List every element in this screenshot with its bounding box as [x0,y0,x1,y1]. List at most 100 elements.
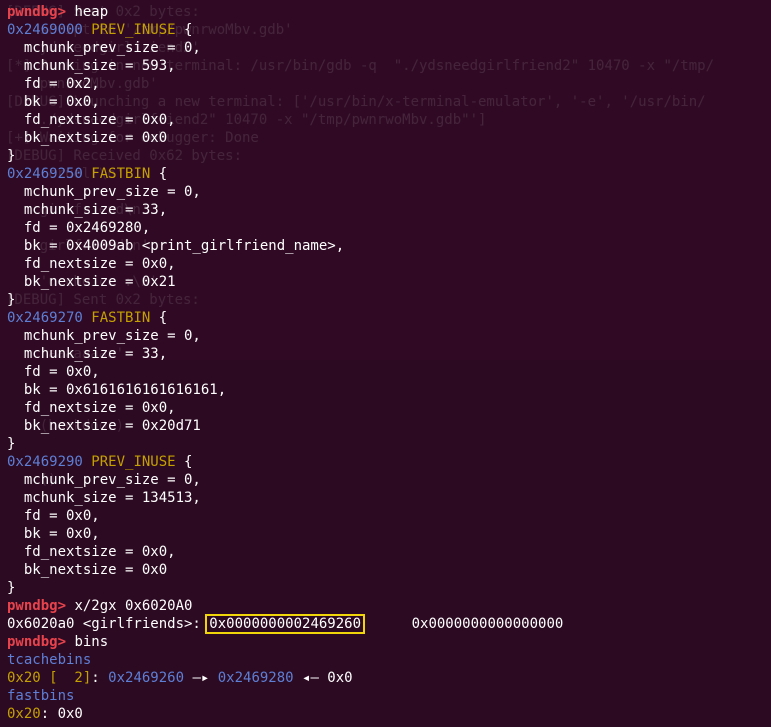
text-segment: } [7,580,16,596]
text-segment: mchunk_prev_size = 0, [7,184,201,200]
text-segment: bk_nextsize = 0x21 [7,274,176,290]
output-line: } [7,147,15,165]
bin-size-label: 0x20 [ 2] [7,670,92,686]
prompt-label: pwndbg> [7,598,75,614]
address-text: 0x2469250 [7,166,92,182]
address-text: 0x2469290 [7,454,92,470]
output-line: mchunk_prev_size = 0, [7,39,201,57]
output-line: bk = 0x4009ab <print_girlfriend_name>, [7,237,344,255]
prompt-label: pwndbg> [7,4,75,20]
output-line: 0x20 [ 2]: 0x2469260 —▸ 0x2469280 ◂— 0x0 [7,669,353,687]
terminal-window[interactable]: [DEBUG] Sent 0x2 bytes: script to '/tmp/… [0,0,771,727]
output-line: mchunk_size = 33, [7,345,167,363]
text-segment: mchunk_size = 33, [7,202,168,218]
text-segment: fd_nextsize = 0x0, [7,400,176,416]
text-segment: { [150,166,168,182]
text-segment: { [150,310,168,326]
output-line: fd_nextsize = 0x0, [7,543,176,561]
chunk-state-label: PREV_INUSE [91,22,176,38]
text-segment: { [175,454,193,470]
text-segment: bk = 0x0, [7,94,100,110]
command-line: pwndbg> bins [7,633,108,651]
output-line: mchunk_size = 593, [7,57,176,75]
output-line: bk = 0x0, [7,93,100,111]
output-line: } [7,435,15,453]
output-line: bk_nextsize = 0x21 [7,273,176,291]
bin-section-label: tcachebins [7,652,92,668]
text-segment: heap [74,4,109,20]
text-segment: mchunk_size = 134513, [7,490,201,506]
text-segment: fd_nextsize = 0x0, [7,112,176,128]
text-segment: x/2gx 0x6020A0 [74,598,193,614]
text-segment: fd_nextsize = 0x0, [7,544,176,560]
text-segment: bk_nextsize = 0x0 [7,562,168,578]
ghost-line: [DEBUG] Received 0x62 bytes: [6,148,243,164]
output-line: fd = 0x0, [7,363,100,381]
text-segment: ◂— 0x0 [293,670,353,686]
address-text: 0x2469270 [7,310,92,326]
output-line: fd = 0x0, [7,507,100,525]
command-line: pwndbg> x/2gx 0x6020A0 [7,597,192,615]
text-segment: bk = 0x6161616161616161, [7,382,227,398]
bin-section-label: fastbins [7,688,75,704]
output-line: bk = 0x0, [7,525,100,543]
ghost-line: [DEBUG] Launching a new terminal: ['/usr… [6,94,706,110]
output-line: fd_nextsize = 0x0, [7,111,176,129]
output-line: bk = 0x6161616161616161, [7,381,226,399]
chunk-header: 0x2469270 FASTBIN { [7,309,167,327]
output-line: 0x6020a0 <girlfriends>: 0x00000000024692… [7,614,564,634]
text-segment: mchunk_prev_size = 0, [7,328,201,344]
text-segment: : 0x0 [40,706,83,722]
chunk-header: 0x2469290 PREV_INUSE { [7,453,192,471]
text-segment: } [7,436,16,452]
output-line: fd_nextsize = 0x0, [7,399,176,417]
chunk-header: 0x2469000 PREV_INUSE { [7,21,192,39]
command-line: pwndbg> heap [7,3,108,21]
prompt-label: pwndbg> [7,634,75,650]
highlighted-pointer-value: 0x0000000002469260 [205,614,366,634]
output-line: mchunk_prev_size = 0, [7,327,201,345]
text-segment: 0x0000000000000000 [361,616,564,632]
output-line: bk_nextsize = 0x0 [7,129,167,147]
address-text: 0x2469260 [108,670,185,686]
ghost-line: [DEBUG] Sent 0x2 bytes: [6,292,200,308]
output-line: bk_nextsize = 0x20d71 [7,417,201,435]
bin-section-title: fastbins [7,687,74,705]
text-segment: 0x6020a0 <girlfriends>: [7,616,210,632]
text-segment: fd = 0x2, [7,76,100,92]
text-segment: : [91,670,109,686]
output-line: fd_nextsize = 0x0, [7,255,176,273]
text-segment: } [7,148,16,164]
bin-section-title: tcachebins [7,651,91,669]
text-segment: fd = 0x0, [7,508,100,524]
output-line: 0x20: 0x0 [7,705,83,723]
text-segment: mchunk_size = 33, [7,346,168,362]
bin-size-label: 0x20 [7,706,41,722]
text-segment: fd = 0x2469280, [7,220,151,236]
output-line: mchunk_size = 33, [7,201,167,219]
chunk-header: 0x2469250 FASTBIN { [7,165,167,183]
output-line: mchunk_prev_size = 0, [7,471,201,489]
chunk-state-label: PREV_INUSE [91,454,176,470]
text-segment: bins [74,634,109,650]
address-text: 0x2469280 [217,670,294,686]
text-segment: fd = 0x0, [7,364,100,380]
output-line: fd = 0x2469280, [7,219,150,237]
text-segment: fd_nextsize = 0x0, [7,256,176,272]
output-line: } [7,291,15,309]
chunk-state-label: FASTBIN [91,310,151,326]
output-line: mchunk_size = 134513, [7,489,201,507]
text-segment: mchunk_size = 593, [7,58,176,74]
text-segment: { [175,22,193,38]
text-segment: bk_nextsize = 0x0 [7,130,168,146]
arrow-glyph: —▸ [184,670,218,686]
text-segment: bk_nextsize = 0x20d71 [7,418,201,434]
output-line: bk_nextsize = 0x0 [7,561,167,579]
chunk-state-label: FASTBIN [91,166,151,182]
output-line: fd = 0x2, [7,75,100,93]
output-line: mchunk_prev_size = 0, [7,183,201,201]
address-text: 0x2469000 [7,22,92,38]
output-line: } [7,579,15,597]
text-segment: bk = 0x4009ab <print_girlfriend_name>, [7,238,345,254]
text-segment: mchunk_prev_size = 0, [7,40,201,56]
